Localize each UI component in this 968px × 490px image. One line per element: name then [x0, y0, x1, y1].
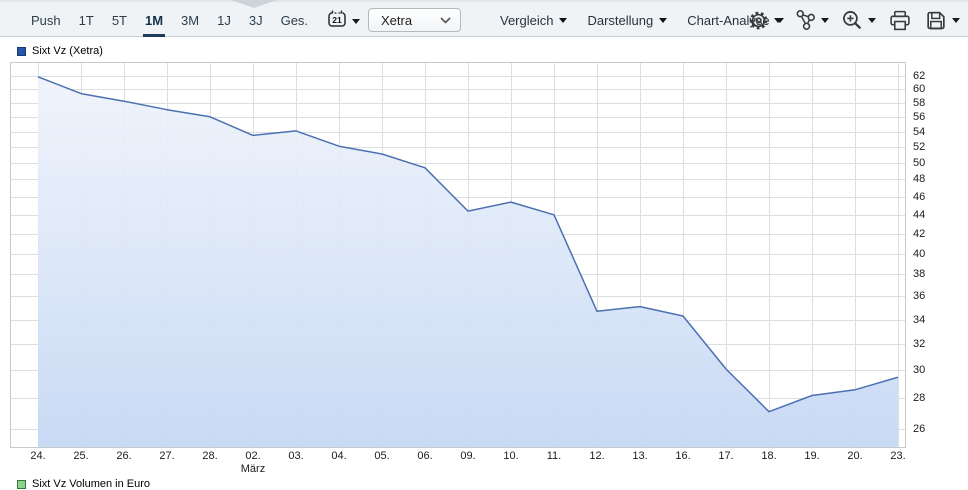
- x-axis-label: 04.: [322, 450, 356, 463]
- price-chart-plot[interactable]: [0, 0, 968, 487]
- y-axis-label: 48: [913, 173, 939, 185]
- y-axis-label: 62: [913, 70, 939, 82]
- y-axis-label: 32: [913, 338, 939, 350]
- y-axis-label: 36: [913, 290, 939, 302]
- x-axis-label: 11.: [537, 450, 571, 463]
- x-axis-label: 09.: [451, 450, 485, 463]
- x-axis-label: 13.: [623, 450, 657, 463]
- x-axis-label: 28.: [193, 450, 227, 463]
- x-axis-label: 26.: [107, 450, 141, 463]
- volume-series-legend: Sixt Vz Volumen in Euro: [17, 478, 150, 490]
- x-axis-label: 10.: [494, 450, 528, 463]
- y-axis-label: 56: [913, 111, 939, 123]
- x-axis-label: 27.: [150, 450, 184, 463]
- x-axis-label: 19.: [795, 450, 829, 463]
- y-axis-label: 26: [913, 423, 939, 435]
- y-axis-label: 38: [913, 268, 939, 280]
- volume-series-swatch: [17, 480, 26, 489]
- y-axis-label: 28: [913, 392, 939, 404]
- x-axis-label: 06.: [408, 450, 442, 463]
- y-axis-label: 44: [913, 209, 939, 221]
- y-axis-label: 30: [913, 364, 939, 376]
- x-axis-label: 18.: [752, 450, 786, 463]
- x-axis-label: 05.: [365, 450, 399, 463]
- y-axis-label: 52: [913, 141, 939, 153]
- y-axis-label: 60: [913, 83, 939, 95]
- y-axis-label: 50: [913, 157, 939, 169]
- x-axis-label: 20.: [838, 450, 872, 463]
- y-axis-label: 58: [913, 97, 939, 109]
- x-axis-label: 17.: [709, 450, 743, 463]
- y-axis-label: 42: [913, 228, 939, 240]
- x-axis-label: 16.: [666, 450, 700, 463]
- y-axis-label: 54: [913, 126, 939, 138]
- x-axis-label: 03.: [279, 450, 313, 463]
- y-axis-label: 46: [913, 191, 939, 203]
- x-axis-month-label: März: [233, 463, 273, 476]
- chart-tool-page: { "top_strip": { "segments": [ {"name": …: [0, 0, 968, 487]
- x-axis-label: 12.: [580, 450, 614, 463]
- x-axis-label: 02.: [236, 450, 270, 463]
- x-axis-label: 25.: [64, 450, 98, 463]
- x-axis-label: 24.: [21, 450, 55, 463]
- x-axis-label: 23.: [881, 450, 915, 463]
- y-axis-label: 34: [913, 314, 939, 326]
- volume-series-label: Sixt Vz Volumen in Euro: [32, 478, 150, 490]
- y-axis-label: 40: [913, 248, 939, 260]
